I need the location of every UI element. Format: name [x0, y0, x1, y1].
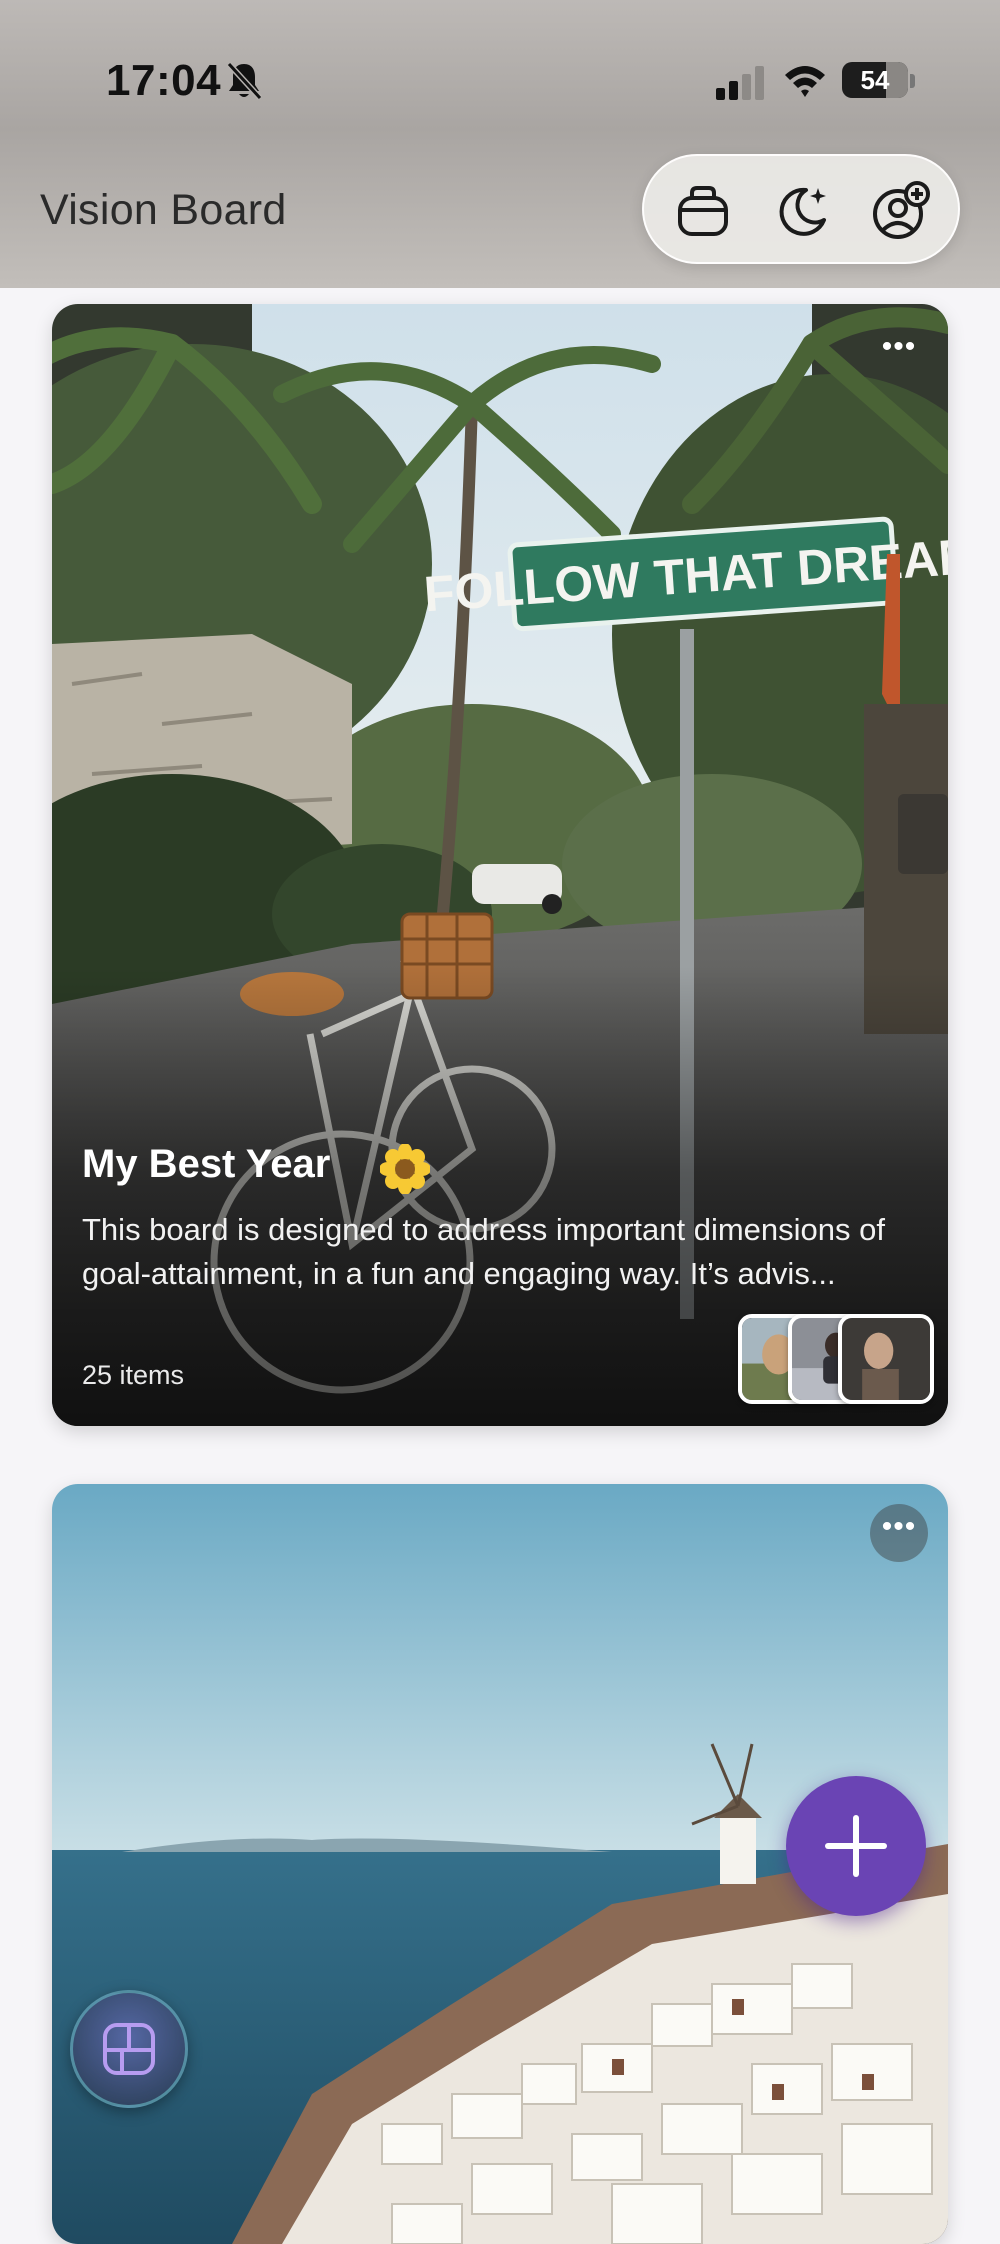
top-bar: 17:04 54 Vision Board [0, 0, 1000, 288]
battery-cap [910, 74, 915, 88]
board-layout-icon [103, 2023, 155, 2075]
battery-level: 54 [860, 65, 890, 95]
board-layout-button[interactable] [70, 1990, 188, 2108]
bell-off-icon [226, 61, 263, 101]
board-thumbnails[interactable] [738, 1314, 934, 1410]
board-more-button[interactable]: ••• [870, 1504, 928, 1562]
status-time: 17:04 [106, 56, 222, 105]
battery-icon: 54 [842, 62, 908, 98]
moon-sparkle-icon[interactable] [772, 180, 834, 242]
header-toolbar [642, 154, 960, 264]
board-more-button[interactable]: ••• [870, 324, 928, 382]
board-description: This board is designed to address import… [82, 1212, 885, 1291]
board-card[interactable]: FOLLOW THAT DREAM ••• My Best Year This … [52, 304, 948, 1426]
page-title: Vision Board [40, 186, 287, 234]
cellular-signal-icon [716, 66, 764, 100]
add-profile-icon[interactable] [870, 180, 932, 242]
bag-icon[interactable] [672, 180, 734, 242]
board-item-count: 25 items [82, 1360, 185, 1390]
sunflower-icon [380, 1144, 430, 1194]
wifi-icon [785, 66, 825, 97]
board-title: My Best Year [82, 1142, 331, 1186]
add-board-button[interactable] [786, 1776, 926, 1916]
thumbnail [838, 1314, 934, 1404]
